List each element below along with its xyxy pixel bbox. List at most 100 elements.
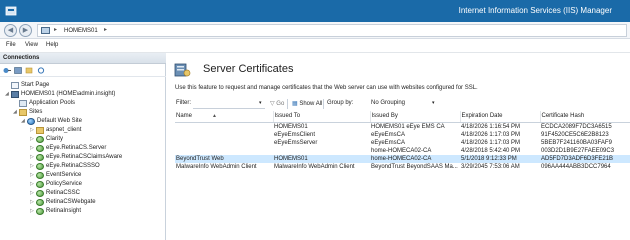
forward-button[interactable]: ▶: [19, 24, 32, 37]
tree-item-label: Application Pools: [29, 100, 76, 106]
cell-expiration-date: 5/1/2018 9:12:33 PM: [460, 154, 540, 163]
application-icon: [36, 181, 44, 188]
filter-label: Filter:: [176, 100, 191, 106]
column-label: Name: [176, 113, 193, 120]
address-bar: ◀ ▶ ▸ HOMEMS01 ▸: [0, 22, 630, 39]
breadcrumb-server[interactable]: HOMEMS01: [64, 28, 98, 34]
cell-issued-to: [273, 147, 370, 155]
tree-item-label: Clarity: [46, 136, 64, 142]
application-icon: [36, 154, 44, 161]
tree-item-retinacswebgate[interactable]: ▷ RetinaCSWebgate: [30, 198, 96, 207]
tree-item-clarity[interactable]: ▷ Clarity: [30, 135, 63, 144]
cell-expiration-date: 4/28/2018 5:42:40 PM: [461, 147, 521, 154]
application-icon: [36, 172, 44, 179]
server-icon: [11, 91, 19, 98]
up-icon[interactable]: [25, 67, 33, 74]
tree-item-label: HOMEMS01 (HOME\admin.insight): [21, 91, 116, 97]
breadcrumb-separator-icon[interactable]: ▸: [104, 26, 107, 33]
filter-input[interactable]: [193, 99, 265, 109]
chevron-down-icon[interactable]: ▾: [432, 100, 435, 106]
feature-content: Server Certificates Use this feature to …: [167, 53, 630, 240]
tree-item-server[interactable]: ◢ HOMEMS01 (HOME\admin.insight): [5, 90, 115, 99]
menu-help[interactable]: Help: [46, 42, 58, 48]
connections-header: Connections: [0, 53, 166, 64]
go-button[interactable]: ▽ Go: [270, 100, 284, 107]
folder-icon: [19, 109, 27, 116]
menu-bar: File View Help: [0, 39, 630, 53]
tree-item-retinacs-server[interactable]: ▷ eEye.RetinaCS.Server: [30, 144, 106, 153]
show-all-icon: ▦: [292, 101, 298, 107]
cell-certificate-hash: ECDCA2089F7DC3A6515: [541, 123, 612, 130]
tree-item-label: Default Web Site: [37, 118, 82, 124]
application-icon: [36, 208, 44, 215]
tree-item-default-web-site[interactable]: ◢ Default Web Site: [21, 117, 82, 126]
page-title: Server Certificates: [203, 63, 294, 75]
back-button[interactable]: ◀: [4, 24, 17, 37]
table-row[interactable]: eEyeEmsServer eEyeEmsCA 4/18/2026 1:17:0…: [175, 139, 630, 147]
tree-item-label: eEye.RetinaCSSSO: [46, 163, 100, 169]
filter-dropdown-icon[interactable]: ▾: [259, 100, 262, 106]
tree-item-policyservice[interactable]: ▷ PolicyService: [30, 180, 82, 189]
connections-pane: Connections Start Page ◢ HOMEMS01 (HOME\a…: [0, 53, 166, 240]
connect-icon[interactable]: [3, 67, 11, 74]
cell-name: [175, 139, 273, 147]
refresh-icon[interactable]: [37, 67, 45, 74]
tree-item-label: RetinaCSSC: [46, 190, 81, 196]
tree-item-sites[interactable]: ◢ Sites: [13, 108, 42, 117]
group-by-select[interactable]: No Grouping: [371, 100, 405, 106]
toolbar-divider: [287, 99, 288, 109]
cell-issued-by: home-HOMECA02-CA: [371, 147, 432, 154]
folder-icon: [36, 127, 44, 134]
table-row-selected[interactable]: BeyondTrust Web HOMEMS01 home-HOMECA02-C…: [175, 154, 630, 163]
cell-issued-to: HOMEMS01: [274, 123, 308, 130]
column-header-issued-to[interactable]: Issued To: [273, 111, 371, 123]
connections-title: Connections: [3, 55, 40, 61]
tree-item-eventservice[interactable]: ▷ EventService: [30, 171, 81, 180]
group-by-label: Group by:: [327, 100, 354, 106]
address-field[interactable]: ▸ HOMEMS01 ▸: [37, 24, 627, 37]
application-icon: [36, 145, 44, 152]
table-row[interactable]: MalwareInfo WebAdmin Client MalwareInfo …: [175, 163, 630, 171]
funnel-icon: ▽: [270, 101, 275, 107]
tree-item-retinainsight[interactable]: ▷ RetinaInsight: [30, 207, 81, 216]
cell-expiration-date: 4/18/2026 1:17:03 PM: [461, 131, 521, 138]
table-row[interactable]: home-HOMECA02-CA 4/28/2018 5:42:40 PM 00…: [175, 147, 630, 155]
tree-item-label: EventService: [46, 172, 82, 178]
application-icon: [36, 163, 44, 170]
column-header-expiration-date[interactable]: Expiration Date: [460, 111, 541, 123]
tree-item-aspnet-client[interactable]: ▷ aspnet_client: [30, 126, 81, 135]
column-header-certificate-hash[interactable]: Certificate Hash: [540, 111, 630, 123]
menu-file[interactable]: File: [6, 42, 16, 48]
tree-item-label: PolicyService: [46, 181, 83, 187]
cell-issued-to: HOMEMS01: [273, 154, 370, 163]
save-icon[interactable]: [14, 67, 22, 74]
tree-item-retinacs-claimsaware[interactable]: ▷ eEye.RetinaCSClaimsAware: [30, 153, 122, 162]
cell-issued-by: eEyeEmsCA: [371, 139, 406, 146]
column-header-issued-by[interactable]: Issued By: [370, 111, 461, 123]
tree-item-retinacssc[interactable]: ▷ RetinaCSSC: [30, 189, 80, 198]
tree-item-label: eEye.RetinaCS.Server: [46, 145, 107, 151]
menu-view[interactable]: View: [25, 42, 38, 48]
cell-certificate-hash: 5BEB7F241160BA03FAF9: [541, 139, 612, 146]
show-all-button[interactable]: ▦ Show All: [292, 100, 322, 107]
cell-name: BeyondTrust Web: [175, 154, 273, 163]
globe-icon: [27, 118, 35, 125]
tree-item-retinacs-sso[interactable]: ▷ eEye.RetinaCSSSO: [30, 162, 100, 171]
breadcrumb-separator-icon[interactable]: ▸: [54, 26, 57, 33]
table-row[interactable]: HOMEMS01 HOMEMS01 eEye EMS CA 4/18/2026 …: [175, 122, 630, 131]
tree-item-label: eEye.RetinaCSClaimsAware: [46, 154, 123, 160]
tree-item-label: RetinaInsight: [46, 208, 82, 214]
tree-item-application-pools[interactable]: Application Pools: [13, 99, 75, 108]
server-certificates-icon: [174, 63, 191, 77]
tree-item-label: aspnet_client: [46, 127, 82, 133]
application-icon: [36, 190, 44, 197]
tree-item-label: Start Page: [21, 82, 50, 88]
table-row[interactable]: eEyeEmsClient eEyeEmsCA 4/18/2026 1:17:0…: [175, 131, 630, 139]
certificates-table: Name ▲ Issued To Issued By Expiration Dat…: [175, 111, 630, 171]
cell-expiration-date: 4/18/2026 1:17:03 PM: [461, 139, 521, 146]
go-label: Go: [276, 101, 285, 107]
column-header-name[interactable]: Name ▲: [175, 111, 274, 123]
window-title: Internet Information Services (IIS) Mana…: [458, 6, 612, 15]
toolbar-divider: [323, 99, 324, 109]
tree-item-start-page[interactable]: Start Page: [5, 81, 49, 90]
